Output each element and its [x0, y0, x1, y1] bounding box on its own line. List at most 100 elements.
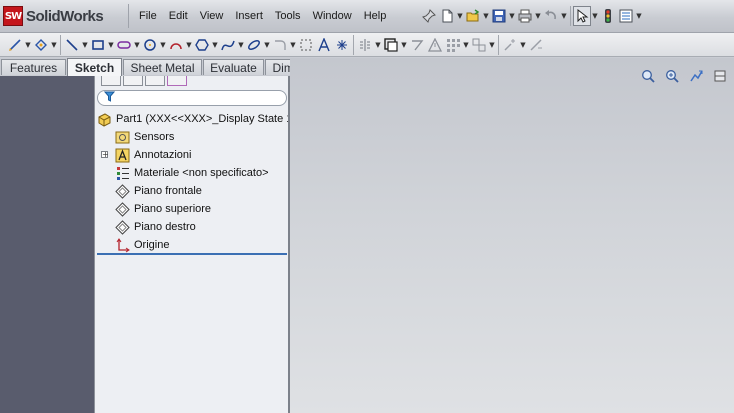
tree-item-sensors[interactable]: Sensors: [95, 128, 288, 146]
configuration-manager-tab-icon[interactable]: [145, 76, 165, 86]
move-entities-icon[interactable]: [470, 35, 488, 55]
menu-view[interactable]: View: [195, 10, 229, 22]
menu-help[interactable]: Help: [359, 10, 392, 22]
polygon-icon[interactable]: [193, 35, 211, 55]
select-arrow-icon[interactable]: [573, 6, 591, 26]
feature-tree-tab-icon[interactable]: [101, 76, 121, 86]
undo-icon[interactable]: [542, 6, 560, 26]
options-icon[interactable]: [617, 6, 635, 26]
menu-tools[interactable]: Tools: [270, 10, 306, 22]
fillet-dropdown[interactable]: ▼: [289, 35, 297, 55]
menu-insert[interactable]: Insert: [230, 10, 268, 22]
tree-item-right-plane[interactable]: Piano destro: [95, 218, 288, 236]
menu-edit[interactable]: Edit: [164, 10, 193, 22]
pattern-dropdown[interactable]: ▼: [462, 35, 470, 55]
new-dropdown-arrow[interactable]: ▼: [456, 6, 464, 26]
open-dropdown-arrow[interactable]: ▼: [482, 6, 490, 26]
circle-icon[interactable]: [141, 35, 159, 55]
tree-root-label: Part1 (XXX<<XXX>_Display State 1: [116, 113, 288, 125]
sketch-dropdown[interactable]: ▼: [50, 35, 58, 55]
zoom-to-fit-icon[interactable]: [636, 66, 660, 86]
pushpin-icon[interactable]: [420, 6, 438, 26]
repair-sketch-icon[interactable]: [501, 35, 519, 55]
save-dropdown-arrow[interactable]: ▼: [508, 6, 516, 26]
tab-features[interactable]: Features: [1, 59, 66, 75]
undo-dropdown-arrow[interactable]: ▼: [560, 6, 568, 26]
circle-dropdown[interactable]: ▼: [159, 35, 167, 55]
title-menu-bar: SW SolidWorks File Edit View Insert Tool…: [0, 0, 734, 33]
point-icon[interactable]: [333, 35, 351, 55]
line-icon[interactable]: [63, 35, 81, 55]
property-manager-tab-icon[interactable]: [123, 76, 143, 86]
menu-file[interactable]: File: [134, 10, 162, 22]
previous-view-icon[interactable]: [684, 66, 708, 86]
display-relations-icon[interactable]: [426, 35, 444, 55]
tab-sketch[interactable]: Sketch: [67, 58, 122, 76]
slot-dropdown[interactable]: ▼: [133, 35, 141, 55]
ellipse-icon[interactable]: [245, 35, 263, 55]
save-icon[interactable]: [490, 6, 508, 26]
rectangle-dropdown[interactable]: ▼: [107, 35, 115, 55]
plane-icon: [115, 183, 130, 199]
plane-icon: [115, 219, 130, 235]
tree-item-top-plane[interactable]: Piano superiore: [95, 200, 288, 218]
new-document-icon[interactable]: [438, 6, 456, 26]
tab-sheet-metal[interactable]: Sheet Metal: [123, 59, 202, 75]
tree-item-annotations[interactable]: + Annotazioni: [95, 146, 288, 164]
text-icon[interactable]: [315, 35, 333, 55]
smart-dimension-icon[interactable]: [6, 35, 24, 55]
expand-toggle[interactable]: +: [101, 151, 109, 159]
solidworks-logo[interactable]: SW SolidWorks: [3, 5, 104, 27]
feature-tree: Part1 (XXX<<XXX>_Display State 1 Sensors…: [95, 110, 288, 254]
tree-item-material[interactable]: Materiale <non specificato>: [95, 164, 288, 182]
annotations-icon: [115, 148, 130, 163]
ellipse-dropdown[interactable]: ▼: [263, 35, 271, 55]
spline-dropdown[interactable]: ▼: [237, 35, 245, 55]
filter-icon[interactable]: [103, 91, 116, 105]
section-view-icon[interactable]: [708, 66, 732, 86]
spline-icon[interactable]: [219, 35, 237, 55]
line-dropdown[interactable]: ▼: [81, 35, 89, 55]
options-dropdown-arrow[interactable]: ▼: [635, 6, 643, 26]
fillet-icon[interactable]: [271, 35, 289, 55]
rollback-bar[interactable]: [97, 253, 287, 255]
smart-dimension-dropdown[interactable]: ▼: [24, 35, 32, 55]
polygon-dropdown[interactable]: ▼: [211, 35, 219, 55]
feature-manager-panel: Part1 (XXX<<XXX>_Display State 1 Sensors…: [94, 76, 290, 413]
tab-evaluate[interactable]: Evaluate: [203, 59, 264, 75]
open-folder-icon[interactable]: [464, 6, 482, 26]
arc-dropdown[interactable]: ▼: [185, 35, 193, 55]
tree-root-part[interactable]: Part1 (XXX<<XXX>_Display State 1: [95, 110, 288, 128]
offset-dropdown[interactable]: ▼: [400, 35, 408, 55]
pattern-icon[interactable]: [444, 35, 462, 55]
menu-window[interactable]: Window: [308, 10, 357, 22]
offset-icon[interactable]: [382, 35, 400, 55]
standard-toolbar: ▼ ▼ ▼ ▼ ▼ ▼ ▼: [420, 3, 643, 29]
graphics-area[interactable]: [290, 58, 734, 413]
tree-item-label: Sensors: [134, 131, 175, 143]
construction-geometry-icon[interactable]: [297, 35, 315, 55]
task-pane-strip: [0, 76, 94, 413]
print-icon[interactable]: [516, 6, 534, 26]
move-entities-dropdown[interactable]: ▼: [488, 35, 496, 55]
trim-icon[interactable]: [408, 35, 426, 55]
sketch-icon[interactable]: [32, 35, 50, 55]
zoom-to-area-icon[interactable]: [660, 66, 684, 86]
select-dropdown-arrow[interactable]: ▼: [591, 6, 599, 26]
tree-item-front-plane[interactable]: Piano frontale: [95, 182, 288, 200]
print-dropdown-arrow[interactable]: ▼: [534, 6, 542, 26]
rebuild-traffic-light-icon[interactable]: [599, 6, 617, 26]
feature-manager-tabs: [95, 76, 288, 86]
repair-sketch-dropdown[interactable]: ▼: [519, 35, 527, 55]
arc-icon[interactable]: [167, 35, 185, 55]
slot-icon[interactable]: [115, 35, 133, 55]
tree-item-origin[interactable]: Origine: [95, 236, 288, 254]
solidworks-brand-name: SolidWorks: [26, 7, 104, 25]
origin-icon: [115, 237, 130, 253]
rectangle-icon[interactable]: [89, 35, 107, 55]
feature-filter-input[interactable]: [97, 90, 287, 106]
dimxpert-manager-tab-icon[interactable]: [167, 76, 187, 86]
mirror-dropdown[interactable]: ▼: [374, 35, 382, 55]
rapid-sketch-icon[interactable]: [527, 35, 545, 55]
mirror-icon[interactable]: [356, 35, 374, 55]
